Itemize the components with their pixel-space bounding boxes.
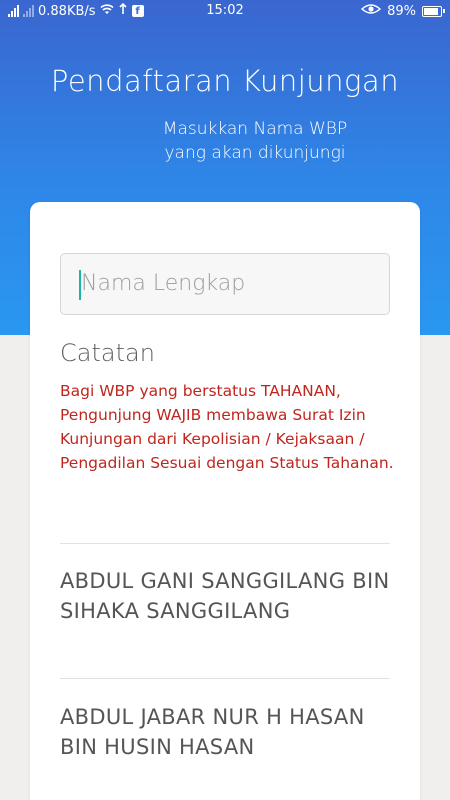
list-item[interactable]: ABDUL JABAR NUR H HASAN BIN HUSIN HASAN bbox=[60, 702, 400, 762]
eye-icon bbox=[360, 3, 382, 19]
battery-icon bbox=[422, 5, 445, 17]
note-text: Bagi WBP yang berstatus TAHANAN, Pengunj… bbox=[60, 382, 394, 472]
search-card: Catatan Bagi WBP yang berstatus TAHANAN,… bbox=[30, 202, 420, 800]
divider bbox=[60, 678, 390, 679]
list-item[interactable]: ABDUL GANI SANGGILANG BIN SIHAKA SANGGIL… bbox=[60, 566, 400, 626]
search-field[interactable] bbox=[60, 253, 390, 315]
divider bbox=[60, 543, 390, 544]
search-input[interactable] bbox=[79, 254, 379, 313]
note-title: Catatan bbox=[60, 339, 155, 367]
page-subtitle: Masukkan Nama WBP yang akan dikunjungi bbox=[60, 117, 450, 165]
page-title: Pendaftaran Kunjungan bbox=[50, 64, 400, 98]
battery-level: 89% bbox=[387, 3, 416, 19]
status-bar: 0.88KB/s f 15:02 89% bbox=[0, 0, 450, 24]
subtitle-line-2: yang akan dikunjungi bbox=[164, 143, 346, 163]
subtitle-line-1: Masukkan Nama WBP bbox=[162, 119, 348, 139]
